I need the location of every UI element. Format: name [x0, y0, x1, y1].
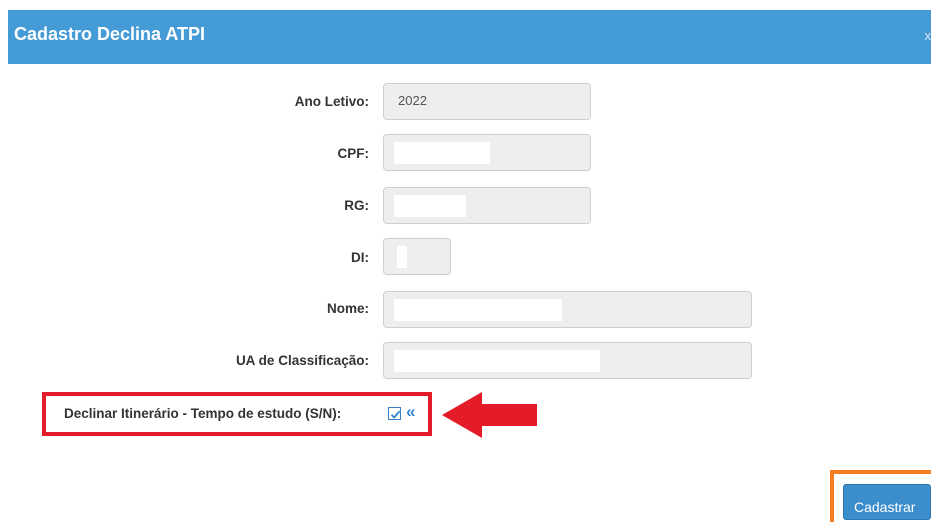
- ano-letivo-field[interactable]: 2022: [383, 83, 591, 120]
- ua-field[interactable]: [383, 342, 752, 379]
- modal-title: Cadastro Declina ATPI: [14, 24, 206, 44]
- redaction-block: [394, 299, 562, 321]
- ua-label: UA de Classificação:: [235, 353, 369, 368]
- declinar-label: Declinar Itinerário - Tempo de estudo (S…: [64, 406, 342, 421]
- ano-letivo-label: Ano Letivo:: [294, 94, 369, 109]
- rg-field[interactable]: [383, 187, 591, 224]
- close-icon[interactable]: x: [925, 28, 931, 43]
- declinar-checkbox[interactable]: [388, 407, 401, 420]
- di-field[interactable]: [383, 238, 451, 275]
- cpf-field[interactable]: [383, 134, 591, 171]
- nome-label: Nome:: [326, 301, 369, 316]
- red-arrow-icon: [442, 392, 537, 438]
- highlight-box: Declinar Itinerário - Tempo de estudo (S…: [42, 392, 432, 436]
- redaction-block: [394, 350, 600, 372]
- cadastrar-button[interactable]: Cadastrar: [843, 484, 931, 520]
- modal-header: Cadastro Declina ATPI x: [8, 10, 931, 64]
- redaction-block: [394, 195, 466, 217]
- redaction-block: [394, 142, 490, 164]
- nome-field[interactable]: [383, 291, 752, 328]
- di-label: DI:: [351, 250, 369, 265]
- rg-label: RG:: [344, 198, 369, 213]
- checkmark-icon: [390, 410, 401, 419]
- double-chevron-left-icon[interactable]: «: [406, 402, 415, 422]
- cpf-label: CPF:: [337, 146, 370, 161]
- redaction-block: [397, 246, 407, 268]
